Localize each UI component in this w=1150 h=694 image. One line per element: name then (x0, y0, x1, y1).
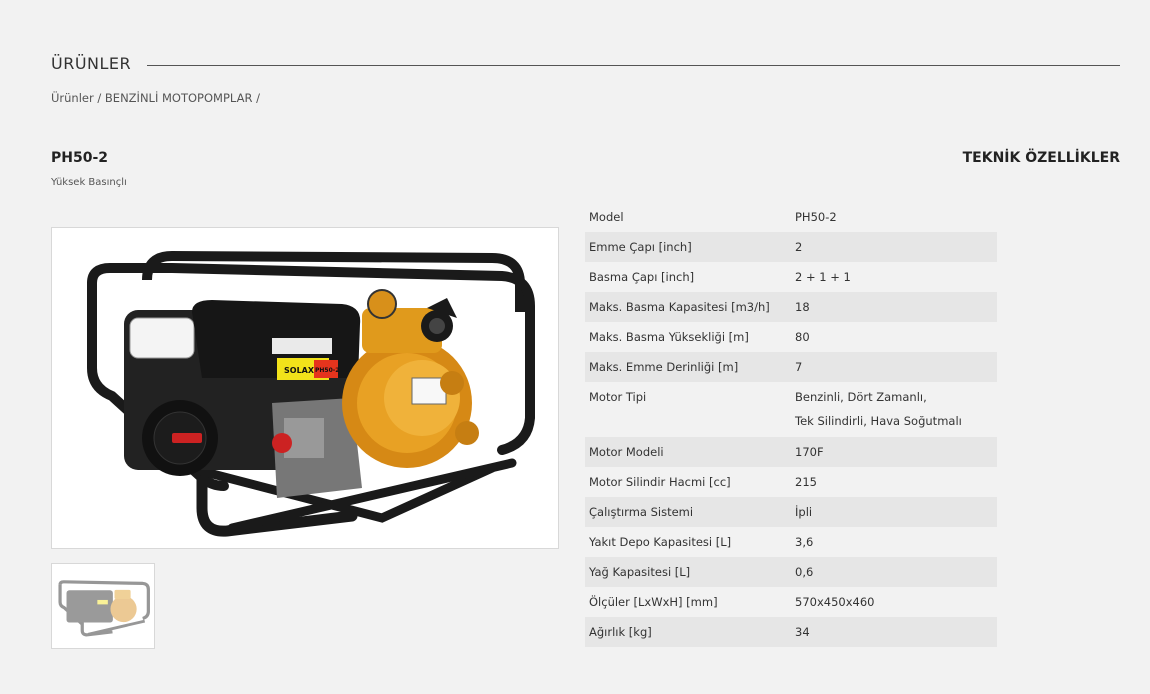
spec-label: Motor Tipi (589, 390, 647, 404)
brand-label: SOLAX (284, 366, 315, 375)
spec-value: 34 (791, 617, 997, 647)
spec-value: 170F (791, 437, 997, 467)
breadcrumb-link-category[interactable]: BENZİNLİ MOTOPOMPLAR (105, 91, 253, 105)
spec-label: Maks. Basma Yüksekliği [m] (589, 330, 749, 344)
spec-value: 3,6 (795, 535, 814, 549)
spec-row-fuel-capacity: Yakıt Depo Kapasitesi [L] 3,6 (585, 527, 997, 557)
spec-value: 215 (795, 475, 817, 489)
spec-row-weight: Ağırlık [kg] 34 (585, 617, 997, 647)
spec-value: 0,6 (791, 557, 997, 587)
spec-value: Benzinli, Dört Zamanlı, Tek Silindirli, … (791, 382, 997, 437)
spec-label: Basma Çapı [inch] (589, 270, 695, 284)
spec-label: Model (589, 210, 624, 224)
spec-value: 2 (791, 232, 997, 262)
spec-value: İpli (791, 497, 997, 527)
spec-label: Yağ Kapasitesi [L] (585, 557, 791, 587)
product-main-image[interactable]: SOLAX PH50-2 (51, 227, 559, 549)
spec-row-motor-model: Motor Modeli 170F (585, 437, 997, 467)
spec-row-max-capacity: Maks. Basma Kapasitesi [m3/h] 18 (585, 292, 997, 322)
spec-label: Ağırlık [kg] (585, 617, 791, 647)
spec-value: 7 (791, 352, 997, 382)
spec-label: Emme Çapı [inch] (585, 232, 791, 262)
section-header: ÜRÜNLER (51, 54, 1120, 73)
spec-value-line-2: Tek Silindirli, Hava Soğutmalı (795, 414, 962, 428)
spec-row-suction-diameter: Emme Çapı [inch] 2 (585, 232, 997, 262)
product-title: PH50-2 (51, 150, 109, 166)
spec-row-displacement: Motor Silindir Hacmi [cc] 215 (585, 467, 997, 497)
model-label: PH50-2 (315, 367, 339, 374)
spec-label: Ölçüler [LxWxH] [mm] (589, 595, 718, 609)
spec-value: 80 (795, 330, 810, 344)
spec-label: Yakıt Depo Kapasitesi [L] (589, 535, 732, 549)
breadcrumb-separator: / (93, 91, 105, 105)
pump-thumbnail-illustration (58, 580, 150, 637)
spec-row-max-suction-depth: Maks. Emme Derinliği [m] 7 (585, 352, 997, 382)
breadcrumb-separator: / (252, 91, 264, 105)
spec-label: Motor Modeli (585, 437, 791, 467)
section-title: ÜRÜNLER (51, 54, 132, 73)
product-thumbnail[interactable] (51, 563, 155, 649)
spec-row-motor-type: Motor Tipi Benzinli, Dört Zamanlı, Tek S… (585, 382, 997, 437)
spec-value-line-1: Benzinli, Dört Zamanlı, (795, 390, 927, 404)
spec-value: PH50-2 (795, 210, 837, 224)
breadcrumb-link-products[interactable]: Ürünler (51, 91, 94, 105)
spec-label: Maks. Basma Kapasitesi [m3/h] (585, 292, 791, 322)
spec-value: 2 + 1 + 1 (795, 270, 851, 284)
product-subtitle: Yüksek Basınçlı (51, 177, 127, 188)
spec-row-max-head: Maks. Basma Yüksekliği [m] 80 (585, 322, 997, 352)
section-divider (147, 64, 1120, 66)
spec-value: 18 (791, 292, 997, 322)
spec-heading: TEKNİK ÖZELLİKLER (962, 150, 1120, 166)
spec-row-oil-capacity: Yağ Kapasitesi [L] 0,6 (585, 557, 997, 587)
spec-label: Maks. Emme Derinliği [m] (585, 352, 791, 382)
spec-row-dimensions: Ölçüler [LxWxH] [mm] 570x450x460 (585, 587, 997, 617)
spec-value: 570x450x460 (795, 595, 875, 609)
spec-row-discharge-diameter: Basma Çapı [inch] 2 + 1 + 1 (585, 262, 997, 292)
spec-label: Motor Silindir Hacmi [cc] (589, 475, 731, 489)
spec-row-model: Model PH50-2 (585, 202, 997, 232)
spec-row-start-system: Çalıştırma Sistemi İpli (585, 497, 997, 527)
spec-label: Çalıştırma Sistemi (585, 497, 791, 527)
spec-table: Model PH50-2 Emme Çapı [inch] 2 Basma Ça… (585, 202, 997, 647)
breadcrumb: Ürünler / BENZİNLİ MOTOPOMPLAR / (51, 91, 264, 105)
product-page: ÜRÜNLER Ürünler / BENZİNLİ MOTOPOMPLAR /… (0, 0, 1150, 694)
pump-illustration: SOLAX PH50-2 (87, 250, 535, 537)
